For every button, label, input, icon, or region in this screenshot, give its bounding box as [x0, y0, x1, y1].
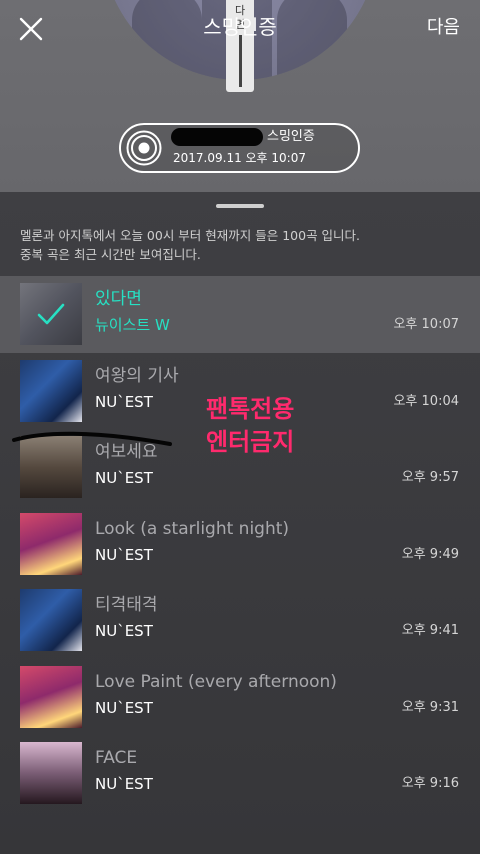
certificate-label: 스밍인증 — [267, 129, 315, 144]
cover-strip-bar — [238, 35, 242, 87]
song-title: 티격태격 — [95, 595, 158, 615]
check-icon — [37, 303, 65, 325]
redacted-username — [171, 128, 263, 146]
song-artist: NU`EST — [95, 392, 153, 411]
cover-figure — [277, 0, 347, 80]
song-title: FACE — [95, 748, 138, 768]
cover-char-2: 면 — [234, 18, 246, 31]
played-time: 오후 10:07 — [393, 317, 459, 332]
album-thumbnail — [20, 665, 82, 728]
song-artist: NU`EST — [95, 698, 153, 717]
played-time: 오후 9:49 — [401, 546, 459, 562]
song-row[interactable]: Look (a starlight night) NU`EST 오후 9:49 — [0, 506, 480, 583]
header-area: 다 면 스밍인증 다음 스밍인증 2017.09.11 오후 10:07 — [0, 0, 480, 192]
song-artist: NU`EST — [95, 545, 153, 564]
song-artist: NU`EST — [95, 622, 153, 640]
album-thumbnail — [20, 283, 82, 345]
streaming-certificate-badge: 스밍인증 2017.09.11 오후 10:07 — [119, 123, 360, 173]
song-artist: NU`EST — [95, 469, 153, 487]
cover-char-1: 다 — [234, 4, 246, 17]
scribble-mark — [12, 428, 172, 450]
watermark-line-1: 팬톡전용 — [206, 395, 295, 423]
played-time: 오후 9:16 — [401, 776, 459, 791]
song-row[interactable]: 있다면 뉴이스트 W 오후 10:07 — [0, 276, 480, 353]
cover-title-strip: 다 면 — [226, 0, 254, 92]
notice-line-2: 중복 곡은 최근 시간만 보여집니다. — [20, 247, 201, 262]
watermark-text: 팬톡전용 엔터금지 — [206, 393, 294, 459]
watermark-line-2: 엔터금지 — [206, 428, 295, 456]
album-thumbnail — [20, 589, 82, 651]
close-icon — [19, 17, 43, 41]
song-title: Look (a starlight night) — [95, 518, 290, 539]
close-button[interactable] — [18, 16, 44, 42]
song-title: 있다면 — [95, 289, 142, 309]
played-time: 오후 9:41 — [401, 623, 459, 638]
certificate-date: 2017.09.11 오후 10:07 — [173, 151, 306, 165]
notice-text: 멜론과 아지톡에서 오늘 00시 부터 현재까지 들은 100곡 입니다. 중복… — [20, 226, 460, 264]
cover-figure — [132, 0, 202, 80]
song-list-sheet: 멜론과 아지톡에서 오늘 00시 부터 현재까지 들은 100곡 입니다. 중복… — [0, 192, 480, 854]
album-thumbnail — [20, 359, 82, 422]
song-row[interactable]: Love Paint (every afternoon) NU`EST 오후 9… — [0, 659, 480, 736]
selected-overlay — [20, 283, 82, 345]
played-time: 오후 9:57 — [401, 470, 459, 485]
disc-icon — [126, 130, 162, 166]
sheet-grabber[interactable] — [216, 204, 264, 208]
song-row[interactable]: FACE NU`EST 오후 9:16 — [0, 735, 480, 812]
song-artist: 뉴이스트 W — [95, 316, 170, 334]
song-row[interactable]: 티격태격 NU`EST 오후 9:41 — [0, 582, 480, 659]
played-time: 오후 9:31 — [401, 699, 459, 715]
played-time: 오후 10:04 — [393, 393, 459, 409]
next-button[interactable]: 다음 — [427, 16, 460, 40]
album-thumbnail — [20, 742, 82, 804]
song-artist: NU`EST — [95, 775, 153, 793]
song-title: 여왕의 기사 — [95, 365, 179, 386]
song-title: Love Paint (every afternoon) — [95, 671, 337, 692]
notice-line-1: 멜론과 아지톡에서 오늘 00시 부터 현재까지 들은 100곡 입니다. — [20, 228, 361, 243]
song-list: 있다면 뉴이스트 W 오후 10:07 여왕의 기사 NU`EST 오후 10:… — [0, 276, 480, 812]
album-thumbnail — [20, 512, 82, 575]
